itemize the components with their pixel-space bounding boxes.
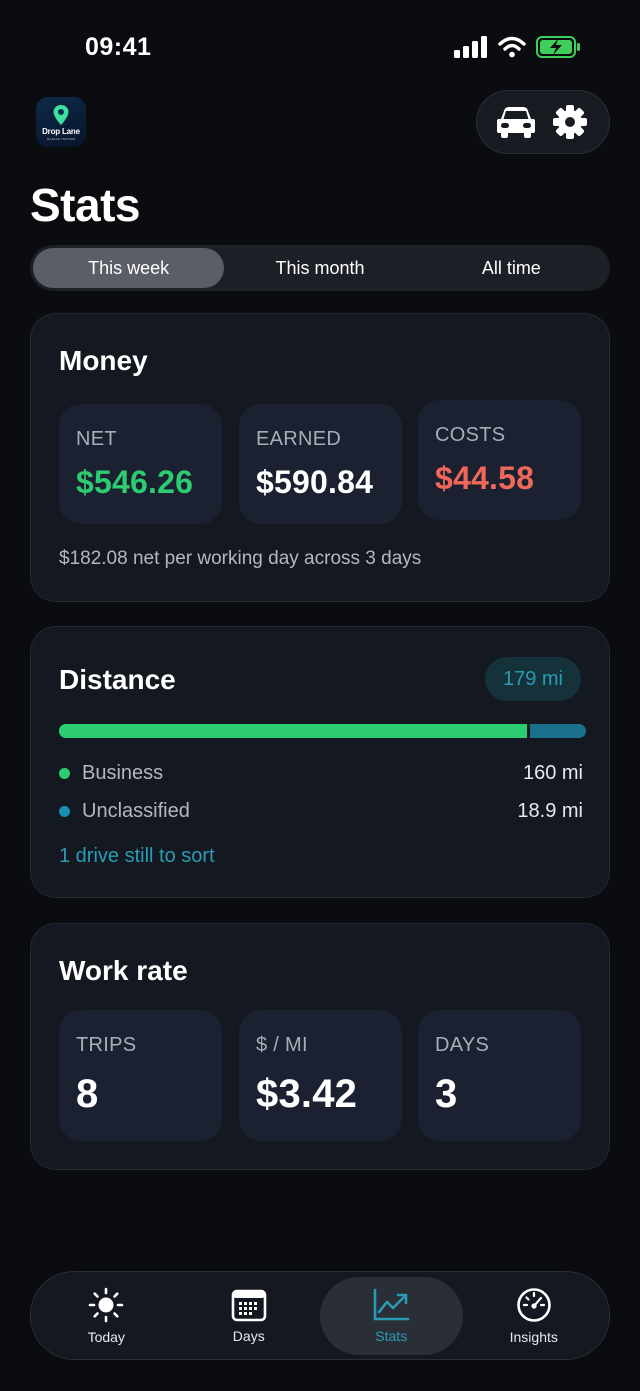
- trips-value: 8: [76, 1072, 99, 1116]
- segment-all-time[interactable]: All time: [416, 248, 607, 288]
- tab-bar: Today Days Stats Insights: [30, 1271, 610, 1360]
- work-rate-title: Work rate: [59, 955, 188, 986]
- costs-tile: COSTS $44.58: [418, 400, 581, 520]
- tab-today-label: Today: [87, 1328, 125, 1345]
- battery-charging-icon: [536, 36, 580, 58]
- per-mile-tile: $ / MI $3.42: [239, 1010, 402, 1141]
- top-actions: [476, 90, 610, 154]
- legend-unclassified: Unclassified 18.9 mi: [59, 796, 583, 826]
- work-rate-card: Work rate TRIPS 8 $ / MI $3.42 DAYS 3: [30, 923, 610, 1170]
- location-pin-icon: [53, 104, 69, 125]
- tab-days[interactable]: Days: [178, 1277, 321, 1355]
- status-time: 09:41: [85, 33, 152, 61]
- gear-icon: [553, 105, 587, 139]
- tab-stats-label: Stats: [375, 1327, 408, 1344]
- status-icons: [454, 36, 582, 58]
- business-label: Business: [82, 761, 164, 784]
- wifi-icon: [498, 36, 526, 58]
- tab-days-label: Days: [232, 1327, 265, 1344]
- period-selector: This week This month All time: [30, 245, 610, 291]
- money-footnote: $182.08 net per working day across 3 day…: [59, 548, 422, 569]
- settings-button[interactable]: [546, 98, 594, 146]
- money-card: Money NET $546.26 EARNED $590.84 COSTS $…: [30, 313, 610, 602]
- segment-this-week[interactable]: This week: [33, 248, 225, 288]
- signal-icon: [454, 36, 487, 58]
- earned-tile: EARNED $590.84: [239, 404, 402, 524]
- distance-title: Distance: [59, 664, 176, 695]
- sun-icon: [88, 1287, 124, 1322]
- earned-label: EARNED: [256, 428, 342, 450]
- vehicle-button[interactable]: [492, 98, 540, 146]
- money-title: Money: [59, 345, 148, 376]
- tab-today[interactable]: Today: [35, 1277, 178, 1355]
- unclassified-dot: [59, 805, 70, 817]
- car-icon: [497, 107, 535, 138]
- days-label: DAYS: [435, 1034, 490, 1056]
- speedometer-icon: [516, 1287, 551, 1322]
- distance-bar-business: [59, 724, 531, 738]
- calendar-icon: [231, 1289, 267, 1321]
- logo-text: Drop Lane: [42, 126, 80, 136]
- per-mile-label: $ / MI: [256, 1034, 308, 1056]
- page-title: Stats: [30, 179, 140, 231]
- logo-subtitle: MILEAGE TRACKER: [46, 136, 76, 141]
- tab-insights[interactable]: Insights: [463, 1277, 606, 1355]
- net-value: $546.26: [76, 464, 194, 500]
- drives-to-sort-link[interactable]: 1 drive still to sort: [59, 845, 215, 868]
- business-dot: [59, 767, 70, 779]
- unclassified-value: 18.9 mi: [517, 799, 583, 822]
- segment-this-month[interactable]: This month: [224, 248, 415, 288]
- legend-business: Business 160 mi: [59, 758, 583, 788]
- costs-label: COSTS: [435, 424, 506, 446]
- earned-value: $590.84: [256, 464, 374, 500]
- distance-total-badge: 179 mi: [484, 657, 581, 701]
- days-value: 3: [435, 1072, 458, 1116]
- unclassified-label: Unclassified: [82, 799, 190, 822]
- net-tile: NET $546.26: [59, 404, 222, 524]
- per-mile-value: $3.42: [256, 1072, 358, 1116]
- costs-value: $44.58: [435, 460, 535, 496]
- business-value: 160 mi: [522, 761, 583, 784]
- app-logo: Drop Lane MILEAGE TRACKER: [36, 97, 86, 147]
- distance-card: Distance 179 mi Business 160 mi Unclassi…: [30, 626, 610, 898]
- tab-insights-label: Insights: [509, 1328, 558, 1345]
- trips-label: TRIPS: [76, 1034, 137, 1056]
- distance-bar: [59, 724, 586, 738]
- tab-stats[interactable]: Stats: [320, 1276, 463, 1355]
- trips-tile: TRIPS 8: [59, 1010, 222, 1141]
- days-tile: DAYS 3: [418, 1010, 581, 1141]
- status-bar: 09:41: [0, 0, 640, 95]
- net-label: NET: [76, 428, 117, 450]
- chart-icon: [373, 1288, 410, 1320]
